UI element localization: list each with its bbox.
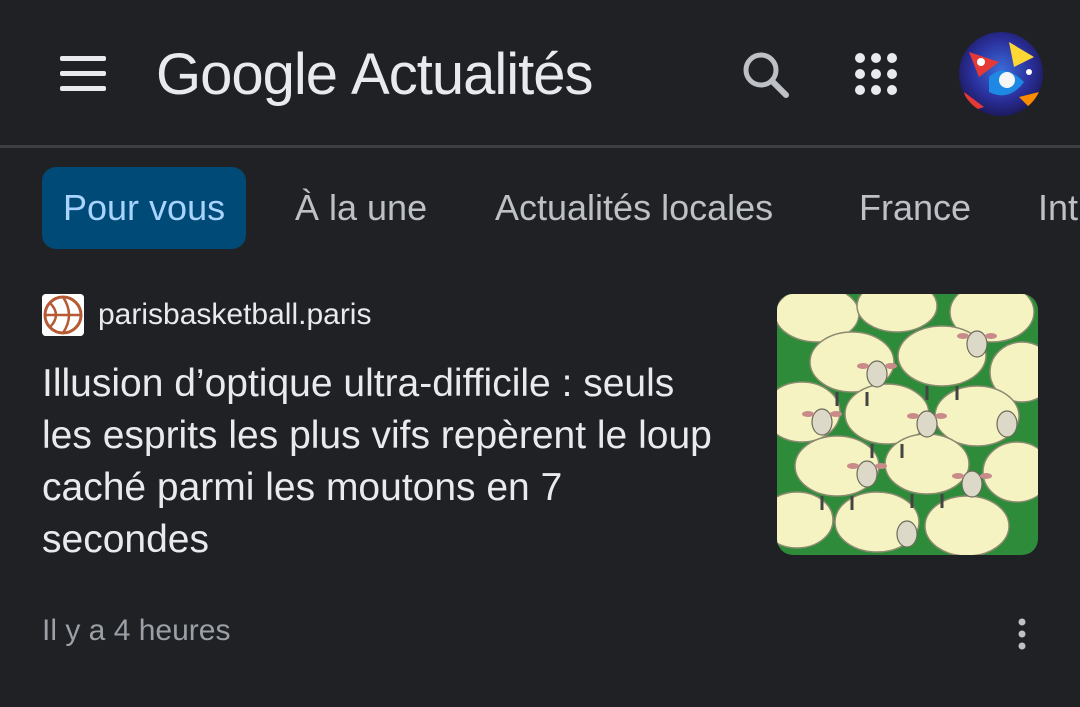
article-source[interactable]: parisbasketball.paris <box>42 294 371 336</box>
tab-a-la-une[interactable]: À la une <box>295 167 427 249</box>
section-tabs: Pour vous À la une Actualités locales Fr… <box>0 167 1080 251</box>
tab-pour-vous[interactable]: Pour vous <box>42 167 247 249</box>
news-card[interactable]: parisbasketball.paris Illusion d’optique… <box>0 270 1080 707</box>
tab-actualites-locales[interactable]: Actualités locales <box>495 167 773 249</box>
basketball-logo-icon <box>42 294 84 336</box>
menu-icon-bar <box>60 56 106 61</box>
apps-button[interactable] <box>846 44 906 104</box>
menu-icon-bar <box>60 71 106 76</box>
search-icon <box>743 52 789 98</box>
article-headline[interactable]: Illusion d’optique ultra-difficile : seu… <box>42 358 722 566</box>
account-avatar[interactable] <box>959 32 1043 116</box>
menu-button[interactable] <box>56 52 110 96</box>
article-timestamp: Il y a 4 heures <box>42 614 231 647</box>
brand-google: Google <box>156 42 338 107</box>
tab-international[interactable]: Int <box>1038 167 1078 249</box>
brand-product: Actualités <box>351 42 593 107</box>
app-bar-divider <box>0 145 1080 148</box>
more-options-button[interactable] <box>1004 614 1040 654</box>
sheep-illusion-image <box>777 294 1038 555</box>
tab-france[interactable]: France <box>859 167 971 249</box>
app-bar: Google Actualités <box>0 0 1080 146</box>
more-vert-icon <box>1018 618 1026 650</box>
user-avatar <box>959 32 1043 116</box>
search-button[interactable] <box>736 44 796 104</box>
article-thumbnail[interactable] <box>777 294 1038 555</box>
menu-icon-bar <box>60 86 106 91</box>
source-name: parisbasketball.paris <box>98 298 372 331</box>
apps-grid-icon <box>855 53 897 95</box>
app-title[interactable]: Google Actualités <box>156 40 594 110</box>
